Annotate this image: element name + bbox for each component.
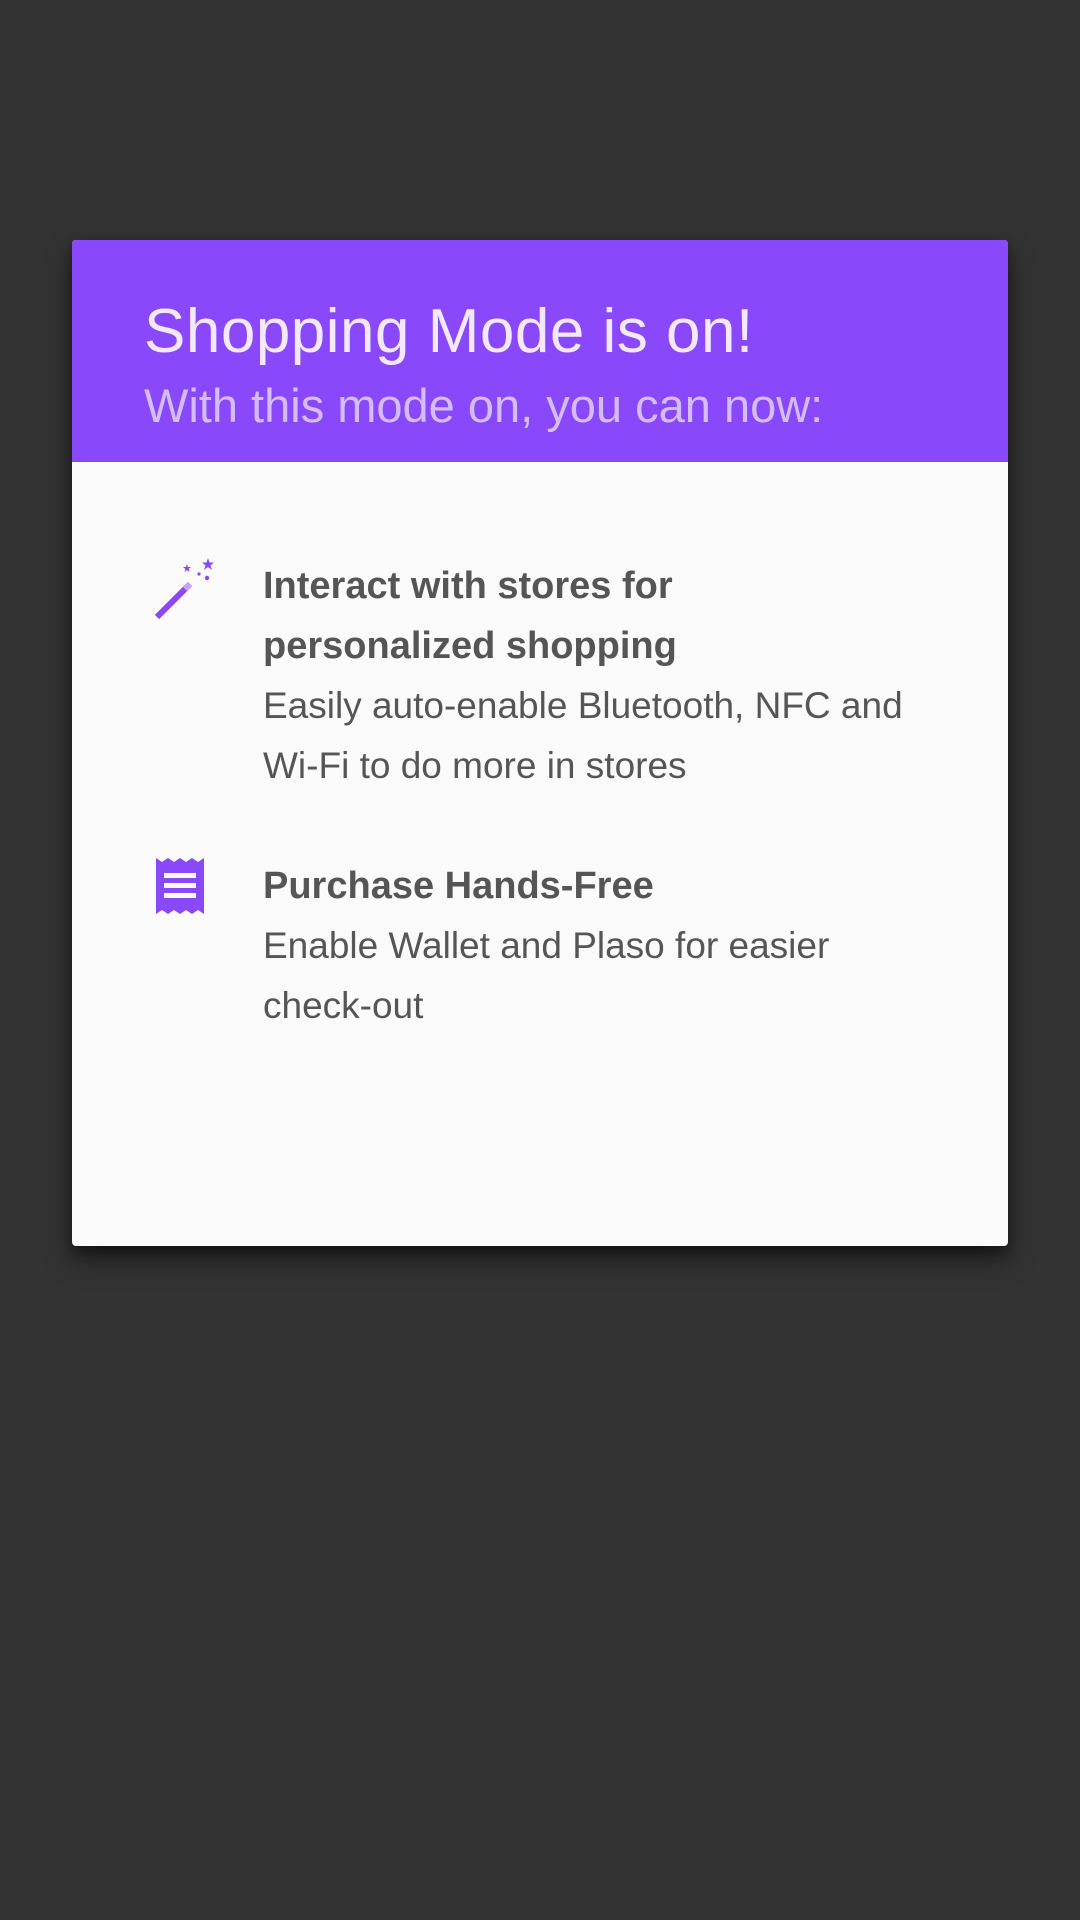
screen-backdrop: Shopping Mode is on! With this mode on, … (0, 0, 1080, 1920)
dialog-subtitle: With this mode on, you can now: (144, 379, 824, 432)
feature-personalized-shopping: Interact with stores for personalized sh… (72, 556, 1008, 796)
dialog-body: Interact with stores for personalized sh… (72, 462, 1008, 1036)
shopping-mode-dialog: Shopping Mode is on! With this mode on, … (72, 240, 1008, 1246)
dialog-header: Shopping Mode is on! With this mode on, … (72, 240, 1008, 462)
feature-title: Interact with stores for personalized sh… (263, 565, 677, 667)
dialog-title: Shopping Mode is on! (144, 297, 754, 366)
magic-wand-icon (152, 556, 216, 620)
feature-description: Easily auto-enable Bluetooth, NFC and Wi… (263, 685, 903, 786)
feature-description: Enable Wallet and Plaso for easier check… (263, 925, 830, 1026)
feature-purchase-hands-free: Purchase Hands-Free Enable Wallet and Pl… (72, 856, 1008, 1036)
feature-title: Purchase Hands-Free (263, 865, 654, 907)
receipt-icon (152, 856, 216, 920)
